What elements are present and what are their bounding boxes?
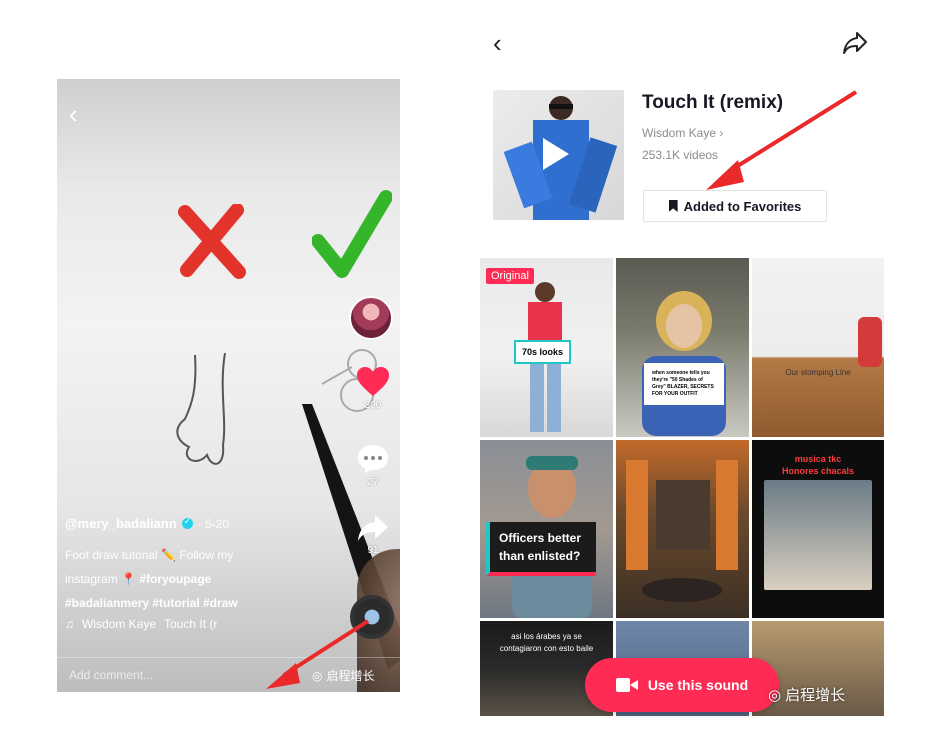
creator-avatar[interactable]: [349, 296, 393, 340]
caption-text: Foot draw tutorial ✏️ Follow my instagra…: [65, 543, 345, 615]
watermark-right-text: 启程增长: [785, 687, 846, 704]
back-chevron-icon[interactable]: ‹: [69, 101, 78, 127]
share-count: 91: [367, 545, 379, 556]
video-thumbnail-4[interactable]: Officers better than enlisted?: [480, 440, 613, 618]
comment-button[interactable]: 27: [353, 444, 393, 488]
dance-stage: [764, 480, 872, 590]
like-count: 300: [364, 400, 382, 411]
back-chevron-icon[interactable]: ‹: [493, 28, 502, 59]
thumbnail-4-label: Officers better than enlisted?: [486, 522, 596, 576]
bookmark-icon: [668, 200, 678, 212]
play-icon[interactable]: [543, 138, 569, 170]
comment-count: 27: [367, 477, 379, 488]
share-icon[interactable]: [842, 30, 868, 56]
caption-hashtags: #badalianmery #tutorial #draw: [65, 591, 345, 615]
video-thumbnail-3[interactable]: Our stomping Line: [752, 258, 884, 437]
video-grid: Original 70s looks when someone tells yo…: [480, 258, 884, 720]
video-thumbnail-1[interactable]: Original 70s looks: [480, 258, 613, 437]
video-caption: @mery_badaliann · 5-20 Foot draw tutoria…: [65, 516, 345, 631]
restaurant-scene: [626, 460, 738, 602]
use-this-sound-button[interactable]: Use this sound: [585, 658, 779, 712]
video-thumbnail-5[interactable]: [616, 440, 749, 618]
comment-bubble-icon: [358, 445, 388, 473]
caption-line-1: Foot draw tutorial ✏️ Follow my: [65, 548, 234, 562]
use-sound-label: Use this sound: [647, 677, 749, 693]
screenshot-canvas: ‹ 300 27 91 @mery_badaliann ✓ · 5-20 Foo…: [0, 0, 937, 736]
creator-username[interactable]: @mery_badaliann: [65, 516, 177, 531]
music-note-icon: ♫: [65, 617, 74, 631]
music-title: Touch It (r: [164, 617, 218, 631]
share-button[interactable]: 91: [353, 514, 393, 556]
heart-icon: [357, 367, 389, 396]
favorites-label: Added to Favorites: [683, 198, 802, 214]
caption-line-2: instagram 📍 #foryoupage: [65, 567, 345, 591]
video-thumbnail-2[interactable]: when someone tells you they're "50 Shade…: [616, 258, 749, 437]
music-artist: Wisdom Kaye: [82, 617, 157, 631]
hashtag-foryoupage[interactable]: #foryoupage: [139, 572, 211, 586]
like-button[interactable]: 300: [353, 367, 393, 411]
wechat-icon: ◎: [768, 686, 782, 704]
red-cross-drawing: [178, 204, 246, 279]
caption-line-2-prefix: instagram 📍: [65, 572, 136, 586]
annotation-arrow-right: [706, 90, 858, 190]
post-date: · 5-20: [197, 516, 230, 531]
video-player-screen: ‹ 300 27 91 @mery_badaliann ✓ · 5-20 Foo…: [57, 79, 400, 692]
thumbnail-7-label: asi los árabes ya se contagiaron con est…: [499, 632, 594, 653]
annotation-arrow-left: [266, 619, 370, 689]
caption-user-row: @mery_badaliann · 5-20: [65, 516, 345, 531]
sound-cover-thumbnail[interactable]: [493, 90, 624, 220]
video-thumbnail-6[interactable]: musica tkc Honores chacals: [752, 440, 884, 618]
red-jacket: [858, 317, 882, 367]
person-figure: [642, 291, 726, 436]
thumbnail-1-label: 70s looks: [514, 340, 572, 364]
comment-placeholder: Add comment...: [69, 668, 154, 682]
thumbnail-2-label: when someone tells you they're "50 Shade…: [644, 363, 724, 405]
hashtag-list[interactable]: #badalianmery #tutorial #draw: [65, 596, 238, 610]
thumbnail-6-subtitle: Honores chacals: [781, 466, 855, 476]
thumbnail-6-title: musica tkc: [794, 454, 842, 464]
verified-badge-icon: [181, 516, 193, 529]
watermark-right: ◎ 启程增长: [768, 684, 845, 705]
share-arrow-icon: [358, 515, 388, 541]
video-camera-icon: [615, 678, 638, 692]
green-check-drawing: [312, 190, 392, 278]
